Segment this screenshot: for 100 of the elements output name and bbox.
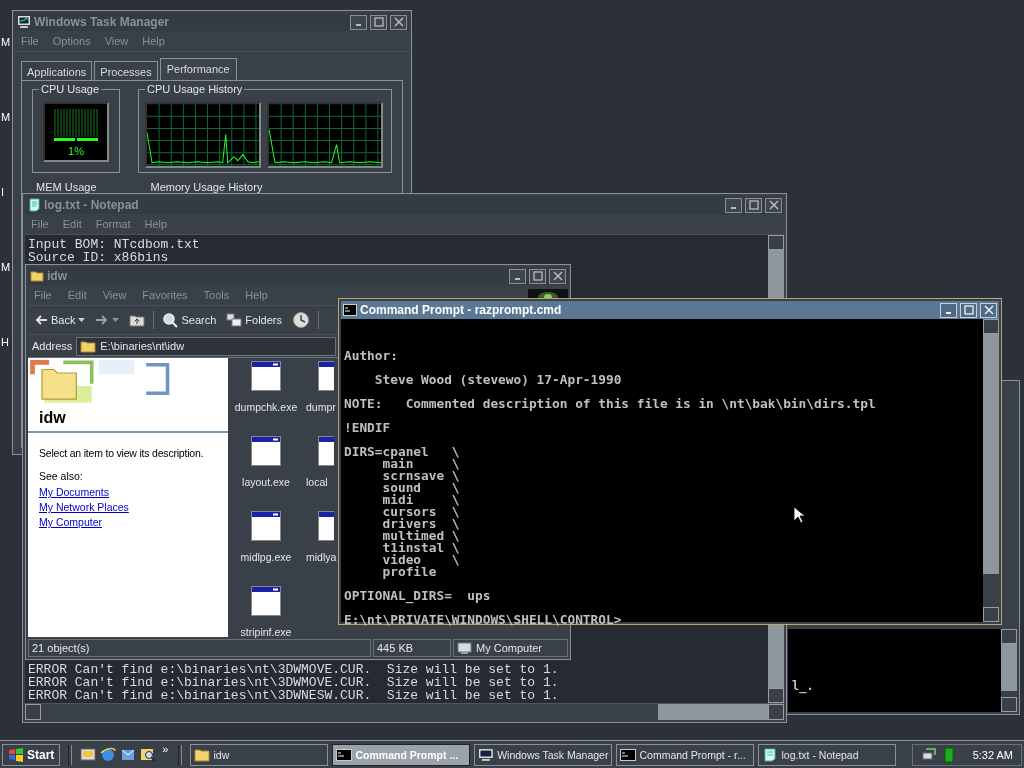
desktop-icon-label[interactable]: H: [1, 336, 9, 348]
search-button[interactable]: Search: [160, 312, 219, 328]
taskbar-button[interactable]: Windows Task Manager: [474, 743, 613, 766]
search-icon[interactable]: [140, 746, 157, 763]
monitor-icon: [478, 747, 495, 762]
scroll-down-button[interactable]: [768, 688, 784, 703]
scroll-bar[interactable]: [1001, 629, 1017, 712]
notepad-icon: [27, 198, 41, 212]
folder-icon: [30, 269, 44, 283]
horizontal-scroll-bar[interactable]: [25, 703, 784, 720]
close-button[interactable]: [549, 268, 566, 284]
text-line: Source ID: x86bins: [28, 251, 169, 264]
file-name[interactable]: midlpg.exe: [240, 551, 292, 563]
link[interactable]: My Network Places: [28, 499, 140, 514]
window-title: Windows Task Manager: [34, 15, 170, 29]
minimize-button[interactable]: [350, 14, 367, 30]
notepad-icon: [762, 747, 779, 762]
browser-icon[interactable]: [100, 746, 117, 763]
file-name[interactable]: dumpr: [306, 401, 336, 413]
scroll-bar[interactable]: [983, 319, 999, 622]
program-icon[interactable]: [251, 361, 281, 391]
close-icon: [393, 17, 404, 27]
window-title: Command Prompt - razprompt.cmd: [360, 303, 562, 317]
back-arrow-icon: [34, 314, 48, 326]
link[interactable]: My Documents: [28, 484, 121, 499]
cpu-percent: 1%: [68, 145, 84, 157]
file-name[interactable]: dumpchk.exe: [234, 401, 298, 413]
program-icon[interactable]: [251, 586, 281, 616]
clock: 5:32 AM: [972, 748, 1013, 761]
address-field[interactable]: E:\binaries\nt\idw: [76, 336, 337, 356]
back-button[interactable]: Back: [32, 314, 88, 326]
group-label: CPU Usage History: [145, 83, 245, 95]
text-line: ERROR Can't find e:\binaries\nt\3DWMOVE.CUR. Size will be set to 1.: [28, 663, 559, 676]
battery-icon[interactable]: [941, 746, 957, 763]
more-button[interactable]: »: [160, 743, 171, 755]
folder-name: idw: [38, 408, 67, 428]
folders-button[interactable]: Folders: [224, 313, 284, 327]
link[interactable]: My Computer: [28, 514, 113, 529]
network-icon[interactable]: [921, 746, 937, 763]
start-button[interactable]: Start: [2, 743, 61, 766]
close-icon: [983, 305, 994, 315]
file-name[interactable]: local: [306, 476, 328, 488]
tab[interactable]: Applications: [21, 61, 93, 80]
console-line: NOTE: Commented description of this file is in \nt\bak\bin\dirs.tpl: [344, 398, 876, 410]
monitor-icon: [17, 15, 31, 29]
folder-icon: [80, 339, 97, 353]
file-name[interactable]: midlya: [306, 551, 337, 563]
desktop-icon-label[interactable]: M: [1, 261, 11, 273]
program-icon[interactable]: [251, 511, 281, 541]
maximize-icon: [373, 17, 384, 27]
close-icon: [768, 200, 779, 210]
maximize-icon: [963, 305, 974, 315]
program-icon[interactable]: [318, 511, 334, 541]
console-line: midi \: [381, 494, 460, 506]
desktop-icon-label[interactable]: I: [1, 186, 5, 198]
minimize-button[interactable]: [940, 302, 957, 318]
file-name[interactable]: layout.exe: [242, 476, 290, 488]
maximize-button[interactable]: [960, 302, 977, 318]
tab[interactable]: Performance: [159, 58, 237, 80]
maximize-button[interactable]: [529, 268, 546, 284]
computer-icon: [457, 641, 472, 655]
window-title: log.txt - Notepad: [44, 198, 139, 212]
close-button[interactable]: [765, 197, 782, 213]
up-folder-icon: [129, 313, 146, 327]
caret-icon: [112, 318, 120, 322]
taskbar-button[interactable]: Command Prompt - r...: [616, 743, 755, 766]
up-folder-button[interactable]: [127, 313, 148, 327]
console-line: sound \: [381, 482, 460, 494]
desktop-icon-label[interactable]: M: [1, 111, 11, 123]
program-icon[interactable]: [318, 361, 334, 391]
minimize-button[interactable]: [725, 197, 742, 213]
program-icon[interactable]: [251, 436, 281, 466]
maximize-icon: [748, 200, 759, 210]
console-line: multimed \: [381, 530, 460, 542]
status-text: 445 KB: [373, 639, 451, 657]
description-text: Select an item to view its description.: [38, 446, 205, 459]
console-line: !ENDIF: [344, 422, 391, 434]
maximize-button[interactable]: [370, 14, 387, 30]
console-icon: [620, 747, 637, 762]
maximize-button[interactable]: [745, 197, 762, 213]
desktop-icon-label[interactable]: M: [1, 36, 11, 48]
caret-icon: [78, 318, 86, 322]
status-text: 21 object(s): [28, 639, 371, 657]
window-title: idw: [47, 269, 67, 283]
console-line: DIRS=cpanel \: [344, 446, 460, 458]
console-line: drivers \: [381, 518, 460, 530]
history-button[interactable]: [290, 311, 312, 329]
minimize-icon: [356, 24, 361, 26]
program-icon[interactable]: [318, 436, 334, 466]
minimize-icon: [946, 312, 951, 314]
taskbar-button[interactable]: idw: [190, 743, 329, 766]
tab[interactable]: Processes: [94, 61, 158, 80]
search-icon: [162, 312, 179, 328]
file-name[interactable]: stripinf.exe: [240, 626, 292, 638]
desktop-icon[interactable]: [80, 746, 97, 763]
minimize-button[interactable]: [509, 268, 526, 284]
taskbar-button[interactable]: log.txt - Notepad: [758, 743, 897, 766]
scroll-up-button[interactable]: [768, 235, 784, 250]
close-button[interactable]: [980, 302, 997, 318]
close-button[interactable]: [390, 14, 407, 30]
